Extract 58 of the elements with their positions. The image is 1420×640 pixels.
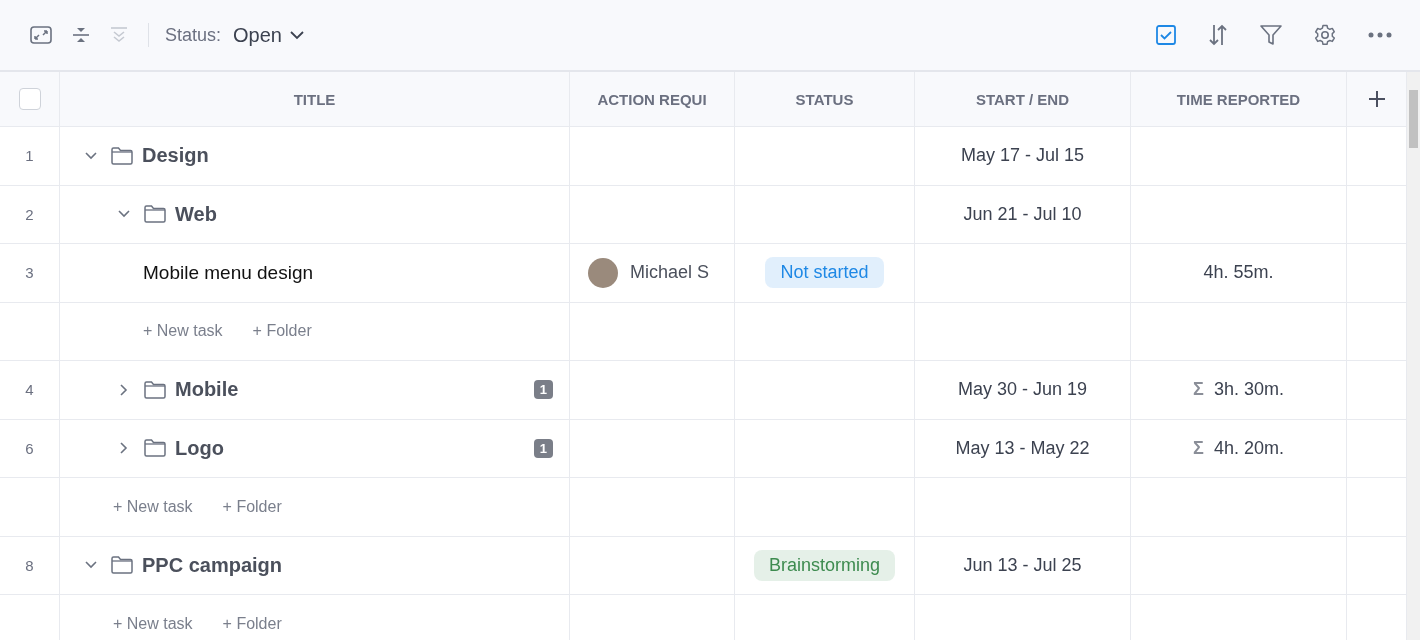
- date-range: May 17 - Jul 15: [960, 145, 1085, 167]
- new-task-link[interactable]: + New task: [143, 322, 223, 341]
- checkbox-icon[interactable]: [1156, 25, 1176, 45]
- task-title[interactable]: Mobile menu design: [143, 261, 314, 284]
- filter-label: Status:: [165, 24, 222, 46]
- column-header[interactable]: TITLE: [293, 90, 336, 108]
- column-header[interactable]: ACTION REQUI: [597, 90, 707, 108]
- new-folder-link[interactable]: + Folder: [222, 497, 282, 516]
- time-reported: 3h. 30m.: [1213, 379, 1284, 401]
- caret-icon: [289, 30, 304, 40]
- column-header[interactable]: STATUS: [795, 90, 854, 108]
- scrollbar-thumb[interactable]: [1409, 90, 1418, 148]
- row-number: 6: [25, 439, 34, 457]
- folder-title[interactable]: PPC campaign: [142, 553, 283, 577]
- folder-title[interactable]: Mobile: [175, 378, 239, 402]
- column-header[interactable]: START / END: [975, 90, 1070, 108]
- date-range: May 13 - May 22: [955, 437, 1090, 459]
- folder-title[interactable]: Logo: [175, 436, 224, 460]
- sort-icon[interactable]: [1208, 24, 1228, 46]
- row-number: 4: [25, 381, 34, 399]
- time-reported: 4h. 20m.: [1213, 437, 1284, 459]
- status-tag[interactable]: Not started: [765, 257, 884, 289]
- new-folder-link[interactable]: + Folder: [222, 614, 282, 633]
- folder-icon: [111, 146, 133, 165]
- sum-symbol: Σ: [1193, 437, 1204, 459]
- row-number: 1: [25, 147, 34, 165]
- row-number: 2: [25, 205, 34, 223]
- filter-icon[interactable]: [1260, 24, 1282, 46]
- folder-title[interactable]: Web: [175, 202, 217, 226]
- folder-icon: [144, 439, 166, 458]
- collapse-all-icon[interactable]: [72, 26, 90, 44]
- select-all-checkbox[interactable]: [18, 88, 41, 110]
- new-folder-link[interactable]: + Folder: [252, 322, 312, 341]
- date-range: May 30 - Jun 19: [957, 379, 1088, 401]
- assignee-name: Michael S: [630, 262, 710, 284]
- column-header[interactable]: TIME REPORTED: [1176, 90, 1301, 108]
- folder-title[interactable]: Design: [142, 144, 209, 168]
- more-icon[interactable]: [1368, 32, 1392, 38]
- status-filter-dropdown[interactable]: Open: [233, 23, 304, 47]
- folder-icon: [111, 556, 133, 575]
- new-task-link[interactable]: + New task: [113, 614, 193, 633]
- sum-symbol: Σ: [1193, 379, 1204, 401]
- expand-icon[interactable]: [30, 26, 52, 44]
- scrollbar[interactable]: [1407, 72, 1420, 640]
- time-reported: 4h. 55m.: [1203, 262, 1274, 284]
- folder-icon: [144, 205, 166, 224]
- add-column-icon[interactable]: [1367, 90, 1386, 108]
- row-number: 3: [25, 264, 34, 282]
- avatar: [588, 257, 618, 288]
- date-range: Jun 13 - Jul 25: [963, 554, 1082, 576]
- row-number: 8: [25, 556, 34, 574]
- new-task-link[interactable]: + New task: [113, 497, 193, 516]
- subtask-count-badge: 1: [533, 438, 553, 458]
- settings-icon[interactable]: [1314, 24, 1336, 46]
- status-tag[interactable]: Brainstorming: [753, 549, 895, 581]
- folder-icon: [144, 380, 166, 399]
- subtask-count-badge: 1: [533, 380, 553, 400]
- date-range: Jun 21 - Jul 10: [963, 203, 1082, 225]
